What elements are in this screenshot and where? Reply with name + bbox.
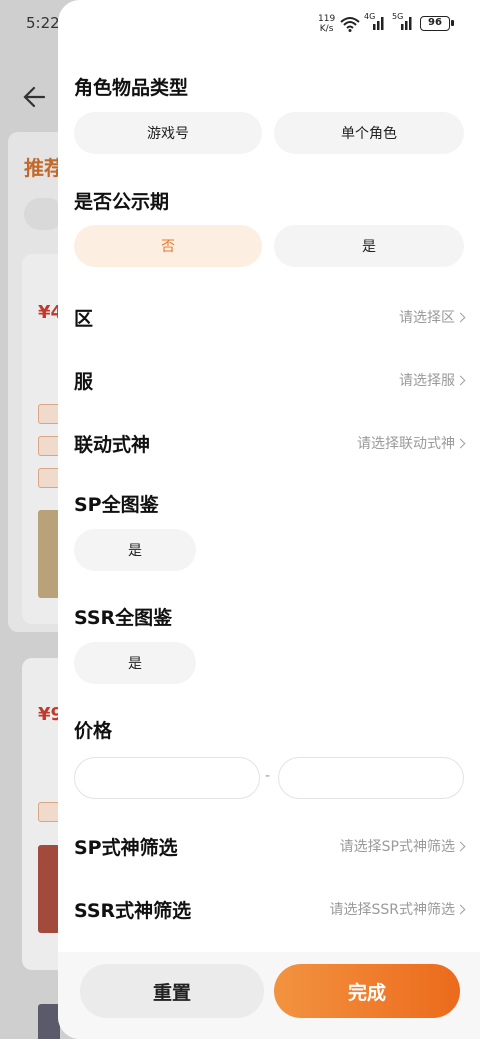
background-tag [38,802,60,822]
region-picker[interactable]: 请选择区 [399,307,466,327]
linked-shikigami-picker[interactable]: 请选择联动式神 [357,433,466,453]
ssr-filter-label: SSR式神筛选 [74,899,192,922]
sp-filter-picker[interactable]: 请选择SP式神筛选 [339,836,466,856]
background-tag [38,436,60,456]
sp-filter-row[interactable]: SP式神筛选 请选择SP式神筛选 [74,831,466,861]
publicity-option-no[interactable]: 否 [74,225,262,267]
background-tag [38,468,60,488]
server-row[interactable]: 服 请选择服 [74,365,466,395]
status-bar: 119 K/s 4G 5G 96 [58,10,480,38]
chevron-right-icon [455,438,466,448]
chevron-right-icon [455,841,466,851]
ssr-filter-row[interactable]: SSR式神筛选 请选择SSR式神筛选 [74,894,466,924]
filter-drawer: 119 K/s 4G 5G 96 角色物品类型 游戏号 单个角色 是否公示期 否… [58,0,480,1039]
publicity-title: 是否公示期 [74,191,170,213]
drawer-footer: 重置 完成 [58,952,480,1039]
battery-icon: 96 [420,16,454,31]
region-placeholder: 请选择区 [399,310,455,326]
background-thumbnail [38,510,60,598]
linked-shikigami-label: 联动式神 [74,433,151,456]
server-label: 服 [74,370,94,393]
publicity-option-yes[interactable]: 是 [274,225,464,267]
back-arrow-icon[interactable] [20,84,46,110]
background-tag [38,404,60,424]
price-title: 价格 [74,720,113,742]
sp-collection-title: SP全图鉴 [74,494,159,516]
linked-shikigami-row[interactable]: 联动式神 请选择联动式神 [74,428,466,458]
item-type-option-account[interactable]: 游戏号 [74,112,262,154]
sp-filter-placeholder: 请选择SP式神筛选 [339,839,455,855]
sp-collection-option-yes[interactable]: 是 [74,529,196,571]
ssr-collection-title: SSR全图鉴 [74,607,173,629]
chevron-right-icon [455,904,466,914]
chevron-right-icon [455,375,466,385]
ssr-collection-option-yes[interactable]: 是 [74,642,196,684]
price-min-input[interactable] [74,757,260,799]
done-button[interactable]: 完成 [274,964,460,1018]
ssr-filter-picker[interactable]: 请选择SSR式神筛选 [329,899,466,919]
network-speed: 119 K/s [318,14,336,34]
item-type-title: 角色物品类型 [74,77,189,99]
status-time: 5:22 [26,14,60,32]
reset-button[interactable]: 重置 [80,964,264,1018]
background-thumbnail [38,1004,60,1039]
ssr-filter-placeholder: 请选择SSR式神筛选 [329,902,455,918]
price-max-input[interactable] [278,757,464,799]
region-row[interactable]: 区 请选择区 [74,302,466,332]
sp-filter-label: SP式神筛选 [74,836,178,859]
linked-shikigami-placeholder: 请选择联动式神 [357,436,455,452]
region-label: 区 [74,307,94,330]
background-thumbnail [38,845,60,933]
item-type-option-single-character[interactable]: 单个角色 [274,112,464,154]
server-picker[interactable]: 请选择服 [399,370,466,390]
price-separator: - [265,768,271,784]
wifi-icon [340,17,360,32]
server-placeholder: 请选择服 [399,373,455,389]
chevron-right-icon [455,312,466,322]
